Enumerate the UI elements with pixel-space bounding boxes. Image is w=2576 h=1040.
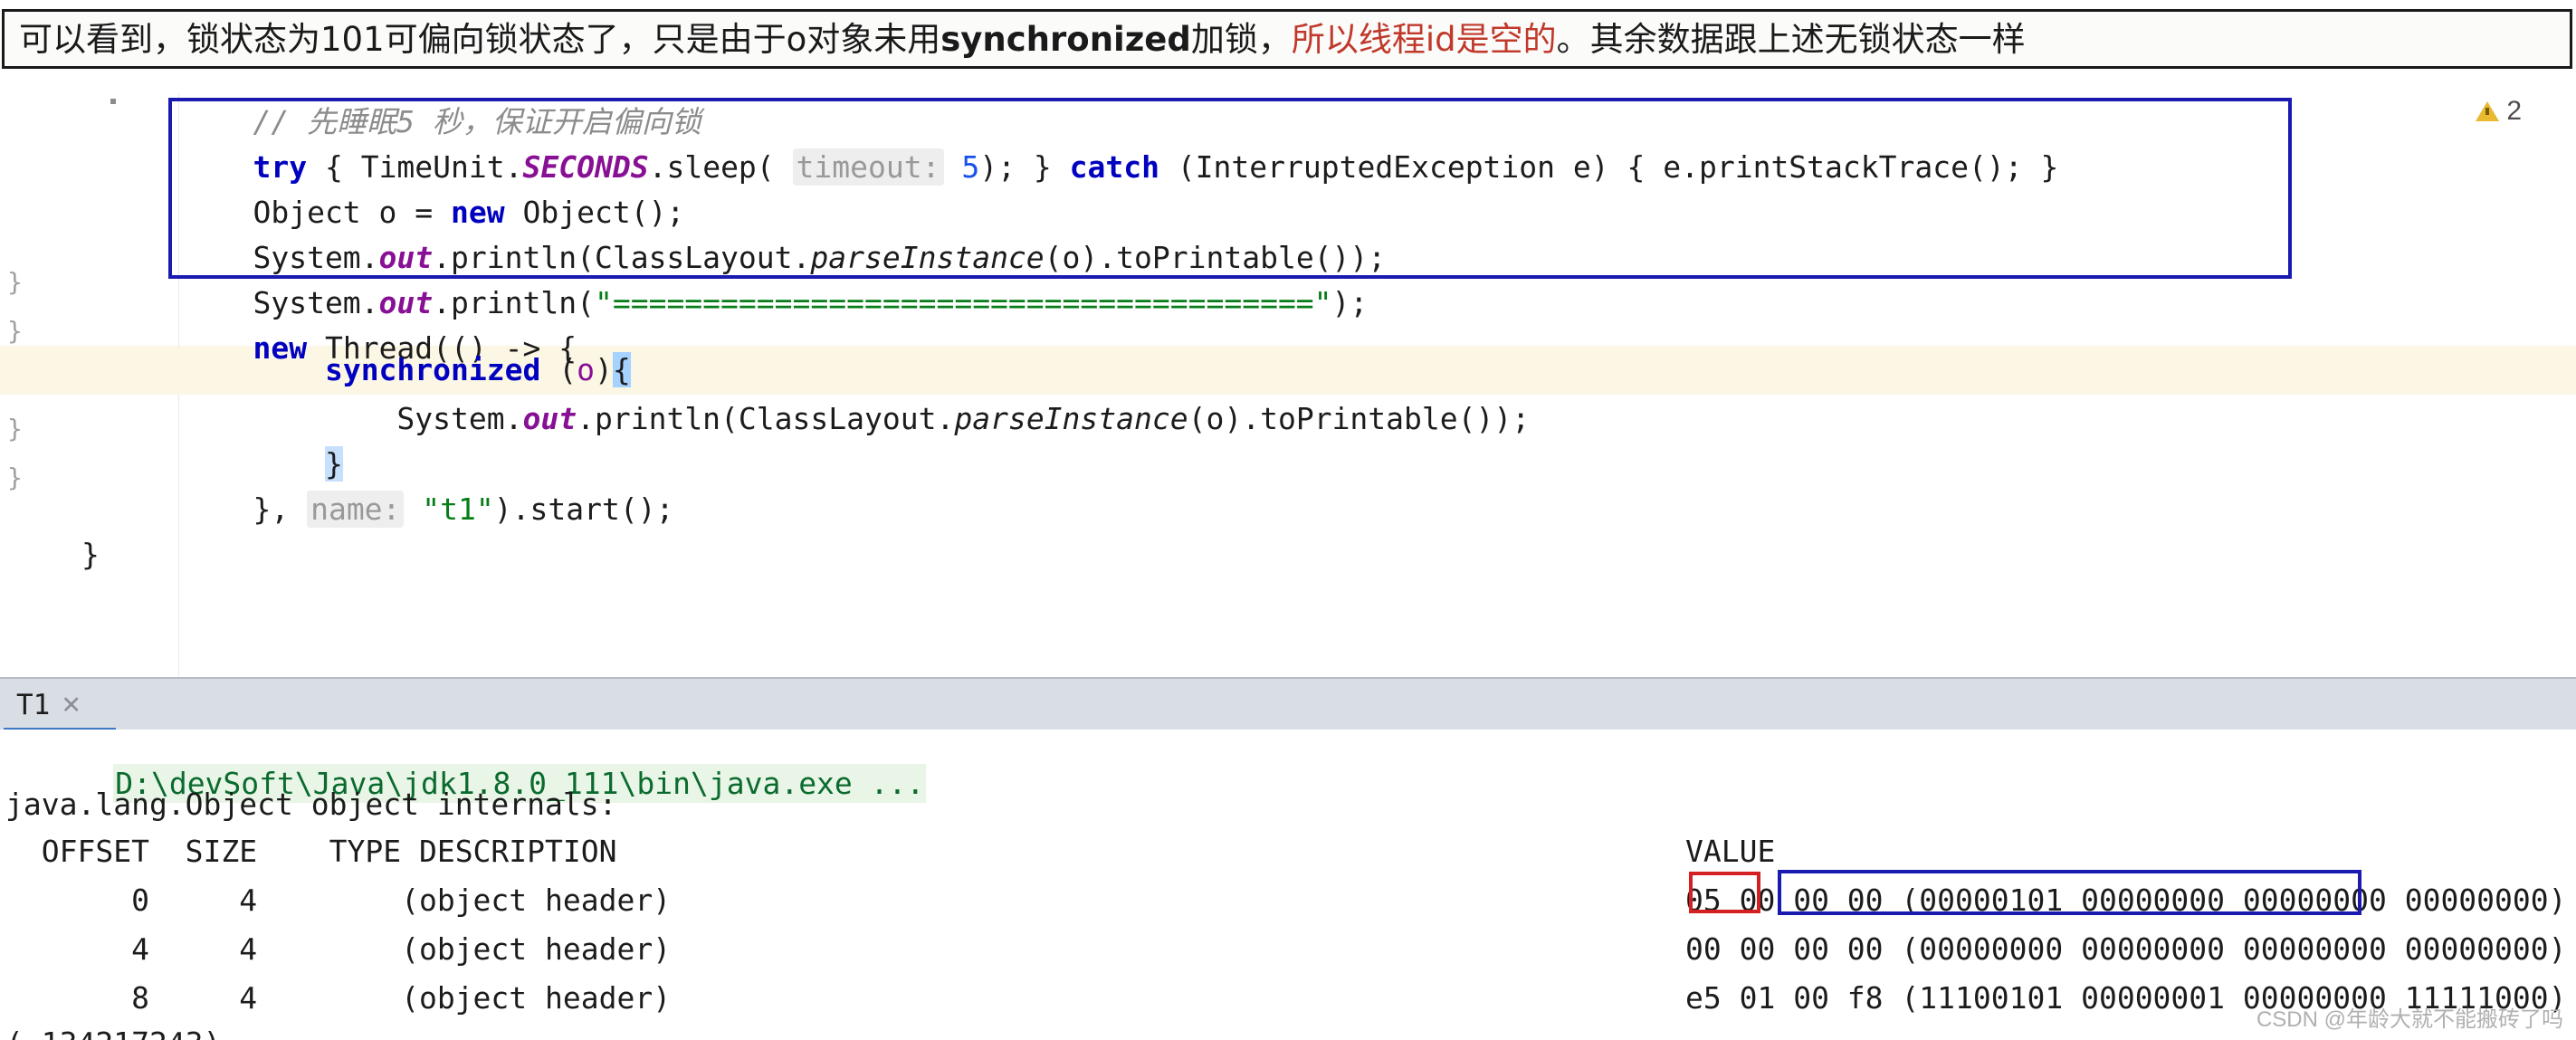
- code-line-print-2[interactable]: System.out.println(ClassLayout.parseInst…: [181, 395, 1530, 444]
- run-tab-bar[interactable]: T1 ✕: [0, 677, 2576, 732]
- watermark-text: CSDN @年龄大就不能搬砖了吗: [2256, 1007, 2563, 1032]
- code-line-separator-print[interactable]: System.out.println("====================…: [181, 279, 1368, 328]
- tab-t1[interactable]: T1 ✕: [4, 681, 94, 730]
- tab-t1-label: T1: [16, 689, 51, 721]
- run-tool-window[interactable]: T1 ✕ D:\devSoft\Java\jdk1.8.0_111\bin\ja…: [0, 677, 2576, 1040]
- code-line-comment[interactable]: // 先睡眠5 秒，保证开启偏向锁: [181, 98, 701, 147]
- annotation-text-part3: 。其余数据跟上述无锁状态一样: [1556, 19, 2026, 59]
- console-trailing-line: (-134217243): [5, 1028, 221, 1040]
- console-value-header: VALUE: [1685, 834, 1776, 869]
- annotation-text-part1: 可以看到，锁状态为101可偏向锁状态了，只是由于o对象未用: [19, 19, 941, 59]
- console-title-line: java.lang.Object object internals:: [5, 787, 617, 822]
- console-row-value-0: 05 00 00 00 (00000101 00000000 00000000 …: [1685, 883, 2576, 918]
- console-headers-line: OFFSET SIZE TYPE DESCRIPTION: [5, 834, 617, 869]
- code-lines[interactable]: // 先睡眠5 秒，保证开启偏向锁 try { TimeUnit.SECONDS…: [0, 74, 2576, 679]
- code-editor[interactable]: } } } } } // 先睡眠5 秒，保证开启偏向锁 try { TimeUn…: [0, 74, 2576, 679]
- console-row-left-2: 8 4 (object header): [5, 980, 672, 1016]
- inspection-count: 2: [2506, 96, 2522, 126]
- code-line-thread-start[interactable]: }, name: "t1").start();: [181, 485, 673, 534]
- annotation-text-red: 所以线程id是空的: [1291, 19, 1557, 59]
- annotation-keyword: synchronized: [940, 19, 1191, 59]
- code-line-synchronized[interactable]: synchronized (o){: [181, 346, 631, 395]
- console-row-left-1: 4 4 (object header): [5, 931, 672, 967]
- close-icon[interactable]: ✕: [61, 692, 81, 720]
- warning-triangle-icon: [2476, 101, 2500, 121]
- code-line-print-1[interactable]: System.out.println(ClassLayout.parseInst…: [181, 234, 1386, 282]
- code-line-method-close[interactable]: }: [81, 530, 100, 579]
- console-row-left-0: 0 4 (object header): [5, 883, 672, 918]
- code-line-close-brace[interactable]: }: [181, 440, 343, 489]
- annotation-banner: 可以看到，锁状态为101可偏向锁状态了，只是由于o对象未用 synchronize…: [2, 9, 2572, 69]
- console-row-value-1: 00 00 00 00 (00000000 00000000 00000000 …: [1685, 931, 2576, 967]
- console-output[interactable]: D:\devSoft\Java\jdk1.8.0_111\bin\java.ex…: [0, 730, 2576, 1040]
- code-line-object-new[interactable]: Object o = new Object();: [181, 188, 684, 237]
- code-line-try[interactable]: try { TimeUnit.SECONDS.sleep( timeout: 5…: [181, 143, 2058, 192]
- inspection-warning-badge[interactable]: 2: [2476, 96, 2522, 127]
- annotation-text-part2: 加锁，: [1190, 19, 1292, 59]
